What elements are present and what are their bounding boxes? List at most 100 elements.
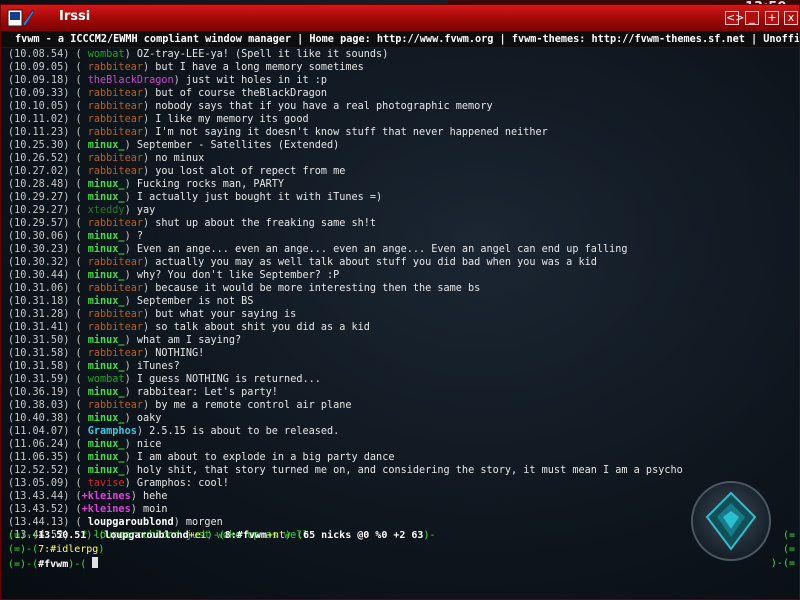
- nick[interactable]: rabbitear: [88, 127, 143, 138]
- nick[interactable]: minux_: [88, 465, 125, 476]
- nick[interactable]: wombat: [88, 49, 125, 60]
- nick[interactable]: minux_: [88, 140, 125, 151]
- nick[interactable]: minux_: [88, 387, 125, 398]
- chat-line: (10.09.33) ( rabbitear) but of course th…: [8, 88, 327, 99]
- message-text: OZ-tray-LEE-ya! (Spell it like it sounds…: [136, 49, 389, 60]
- nick[interactable]: rabbitear: [88, 166, 143, 177]
- chat-line: (10.08.54) ( wombat) OZ-tray-LEE-ya! (Sp…: [8, 49, 389, 60]
- chat-line: (10.27.02) ( rabbitear) you lost alot of…: [8, 166, 346, 177]
- timestamp: (12.52.52): [8, 465, 70, 476]
- timestamp: (10.09.18): [8, 75, 70, 86]
- chat-line: (12.52.52) ( minux_) holy shit, that sto…: [8, 465, 683, 476]
- nick[interactable]: minux_: [88, 452, 125, 463]
- input-cursor[interactable]: [92, 557, 99, 568]
- nick[interactable]: rabbitear: [88, 309, 143, 320]
- nick[interactable]: Gramphos: [88, 426, 137, 437]
- message-text: actually you may as well talk about stuf…: [155, 257, 597, 268]
- timestamp: (10.30.44): [8, 270, 70, 281]
- chat-line: (10.29.27) ( xteddy) yay: [8, 205, 156, 216]
- chat-line: (13.43.52) (+kleines) moin: [8, 504, 168, 515]
- nick[interactable]: minux_: [88, 179, 125, 190]
- maximize-button[interactable]: +: [765, 11, 779, 25]
- chat-line: (10.30.44) ( minux_) why? You don't like…: [8, 270, 340, 281]
- timestamp: (10.31.41): [8, 322, 70, 333]
- timestamp: (10.30.32): [8, 257, 70, 268]
- nick[interactable]: theBlackDragon: [88, 75, 174, 86]
- nick[interactable]: xteddy: [88, 205, 125, 216]
- chat-line: (13.44.13) ( loupgaroublond) morgen: [8, 517, 223, 528]
- nick[interactable]: minux_: [88, 231, 125, 242]
- nick[interactable]: rabbitear: [88, 257, 143, 268]
- nick[interactable]: rabbitear: [88, 283, 143, 294]
- timestamp: (10.28.48): [8, 179, 70, 190]
- nick[interactable]: loupgaroublond: [88, 517, 174, 528]
- nick[interactable]: rabbitear: [88, 400, 143, 411]
- timestamp: (10.31.18): [8, 296, 70, 307]
- nick[interactable]: rabbitear: [88, 218, 143, 229]
- message-text: just wit holes in it :p: [185, 75, 327, 86]
- nick[interactable]: minux_: [88, 335, 125, 346]
- close-button[interactable]: x: [784, 11, 798, 25]
- nick[interactable]: rabbitear: [88, 348, 143, 359]
- message-text: shut up about the freaking same sh!t: [155, 218, 377, 229]
- nick[interactable]: rabbitear: [88, 322, 143, 333]
- status-line-2: (=)-(7:#idlerpg) (=: [8, 544, 795, 555]
- shade-button[interactable]: <>: [725, 11, 744, 25]
- status-time: 13.50.51: [38, 530, 87, 541]
- timestamp: (10.11.23): [8, 127, 70, 138]
- nick[interactable]: rabbitear: [88, 114, 143, 125]
- chat-line: (10.26.52) ( rabbitear) no minux: [8, 153, 205, 164]
- nick[interactable]: minux_: [88, 439, 125, 450]
- message-text: September is not BS: [136, 296, 254, 307]
- message-text: moin: [142, 504, 168, 515]
- message-text: by me a remote control air plane: [155, 400, 352, 411]
- nick[interactable]: minux_: [88, 361, 125, 372]
- minimize-button[interactable]: _: [745, 11, 759, 25]
- status-activity[interactable]: 7:#idlerpg: [38, 544, 98, 555]
- chat-line: (10.30.06) ( minux_) ?: [8, 231, 143, 242]
- status-right-1: (=: [782, 530, 795, 541]
- nick[interactable]: kleines: [88, 504, 131, 515]
- timestamp: (10.11.02): [8, 114, 70, 125]
- nick[interactable]: minux_: [88, 296, 125, 307]
- nick[interactable]: minux_: [88, 192, 125, 203]
- nick[interactable]: minux_: [88, 413, 125, 424]
- nick[interactable]: minux_: [88, 270, 125, 281]
- terminal[interactable]: fvwm - a ICCCM2/EWMH compliant window ma…: [1, 32, 799, 599]
- chat-line: (11.04.07) ( Gramphos) 2.5.15 is about t…: [8, 426, 340, 437]
- message-text: 2.5.15 is about to be released.: [149, 426, 340, 437]
- message-text: I actually just bought it with iTunes =): [136, 192, 383, 203]
- timestamp: (10.31.58): [8, 361, 70, 372]
- timestamp: (10.29.27): [8, 192, 70, 203]
- chat-line: (10.11.23) ( rabbitear) I'm not saying i…: [8, 127, 548, 138]
- nick[interactable]: rabbitear: [88, 101, 143, 112]
- nick[interactable]: rabbitear: [88, 153, 143, 164]
- message-text: nobody says that if you have a real phot…: [155, 101, 493, 112]
- input-line[interactable]: (=)-(#fvwm)-( )-(=: [1, 557, 799, 571]
- chat-line: (13.43.44) (+kleines) hehe: [8, 491, 168, 502]
- nick[interactable]: wombat: [88, 374, 125, 385]
- nick[interactable]: rabbitear: [88, 62, 143, 73]
- desktop: 13:50 Irssi <> _ + x fvwm - a ICCCM2/EWM…: [0, 0, 800, 600]
- message-text: you lost alot of repect from me: [155, 166, 346, 177]
- irssi-terminal-icon[interactable]: [7, 8, 35, 28]
- chat-line: (10.30.23) ( minux_) Even an ange... eve…: [8, 244, 628, 255]
- message-text: why? You don't like September? :P: [136, 270, 340, 281]
- chat-log[interactable]: (10.08.54) ( wombat) OZ-tray-LEE-ya! (Sp…: [1, 48, 799, 542]
- message-text: because it would be more interesting the…: [155, 283, 481, 294]
- message-text: but of course theBlackDragon: [155, 88, 327, 99]
- nick[interactable]: tavise: [88, 478, 125, 489]
- nick[interactable]: minux_: [88, 244, 125, 255]
- timestamp: (13.43.44): [8, 491, 70, 502]
- timestamp: (10.30.06): [8, 231, 70, 242]
- status-right-3: )-(=: [770, 558, 795, 569]
- timestamp: (10.09.05): [8, 62, 70, 73]
- nick[interactable]: kleines: [88, 491, 131, 502]
- titlebar[interactable]: Irssi <> _ + x: [1, 5, 799, 32]
- shade-icon: <>: [726, 11, 745, 24]
- status-window: 8:#fvwm: [224, 530, 267, 541]
- message-text: iTunes?: [136, 361, 180, 372]
- nick[interactable]: rabbitear: [88, 88, 143, 99]
- irssi-window[interactable]: Irssi <> _ + x fvwm - a ICCCM2/EWMH comp…: [0, 4, 800, 600]
- chat-line: (10.28.48) ( minux_) Fucking rocks man, …: [8, 179, 285, 190]
